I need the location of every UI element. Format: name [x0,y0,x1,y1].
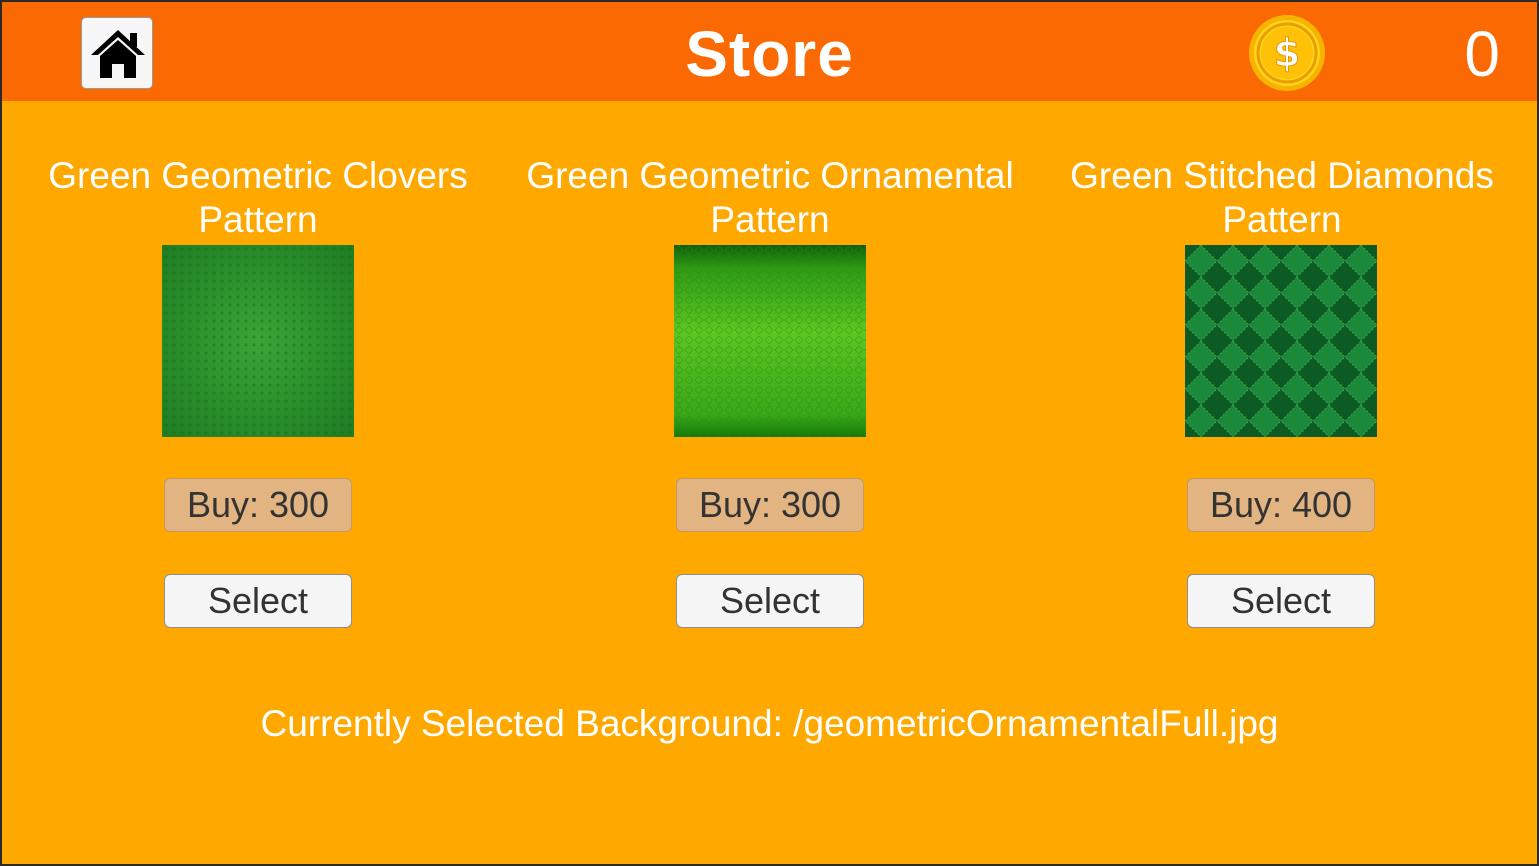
coin-balance: 0 [1464,18,1500,90]
ornamental-pattern-swatch [674,245,866,437]
store-item-ornamental: Green Geometric Ornamental Pattern Buy: … [514,154,1026,628]
clovers-pattern-swatch [162,245,354,437]
select-button[interactable]: Select [164,574,352,628]
select-button[interactable]: Select [1187,574,1375,628]
select-button[interactable]: Select [676,574,864,628]
diamonds-pattern-swatch [1185,245,1377,437]
item-title: Green Geometric Clovers Pattern [48,155,468,240]
buy-button[interactable]: Buy: 300 [164,478,352,532]
buy-button[interactable]: Buy: 300 [676,478,864,532]
dollar-coin-icon: $ [1249,15,1325,91]
item-title: Green Geometric Ornamental Pattern [526,155,1014,240]
store-item-clovers: Green Geometric Clovers Pattern Buy: 300… [2,154,514,628]
item-title: Green Stitched Diamonds Pattern [1070,155,1494,240]
store-item-diamonds: Green Stitched Diamonds Pattern Buy: 400… [1026,154,1537,628]
selected-background-status: Currently Selected Background: /geometri… [260,703,1279,744]
store-screen: Store $ 0 Green Geometric Clovers Patter… [2,2,1537,864]
buy-button[interactable]: Buy: 400 [1187,478,1375,532]
store-header: Store $ 0 [2,2,1537,101]
svg-text:$: $ [1274,31,1300,75]
